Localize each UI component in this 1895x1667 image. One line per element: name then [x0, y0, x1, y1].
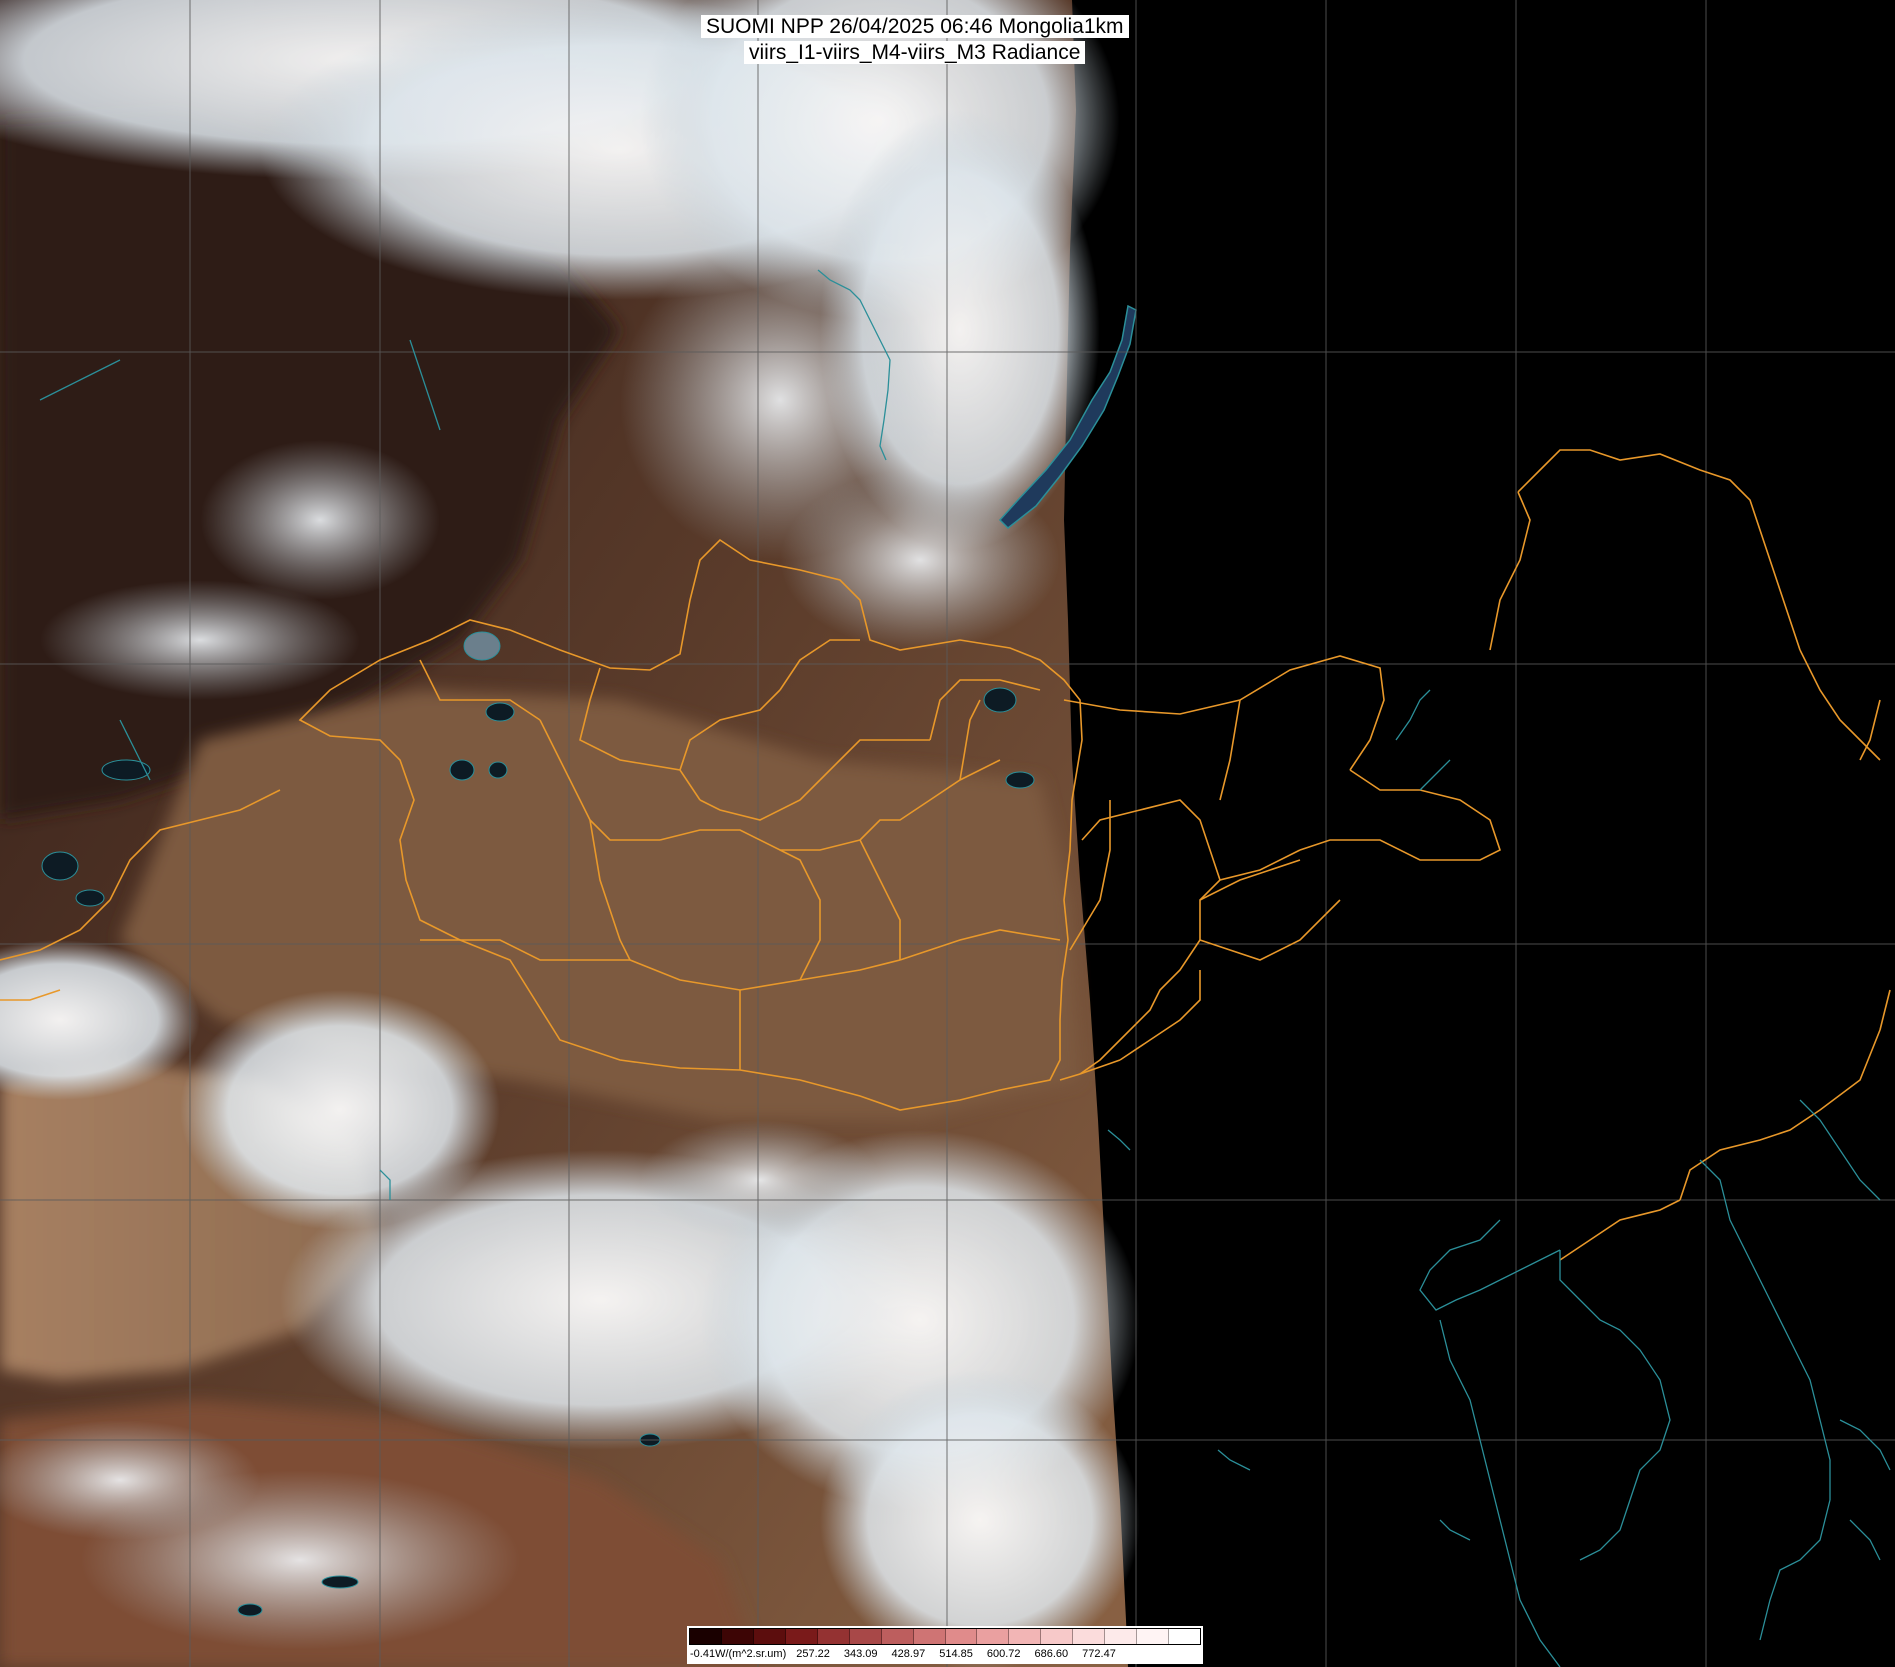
colorbar-swatch: [721, 1629, 754, 1644]
colorbar-swatch: [753, 1629, 786, 1644]
colorbar-strip: [689, 1628, 1201, 1645]
colorbar-swatch: [690, 1629, 722, 1644]
colorbar-swatch: [785, 1629, 818, 1644]
colorbar-swatch: [1105, 1629, 1138, 1644]
colorbar-swatch: [913, 1629, 946, 1644]
colorbar-tick-label: 257.22: [796, 1648, 830, 1660]
radiance-colorbar: -0.41W/(m^2.sr.um) 257.22 343.09 428.97 …: [687, 1626, 1203, 1664]
colorbar-unit-label: -0.41W/(m^2.sr.um): [690, 1648, 787, 1660]
colorbar-swatch: [881, 1629, 914, 1644]
satellite-map: [0, 0, 1895, 1667]
colorbar-swatch: [817, 1629, 850, 1644]
satellite-image-viewport: SUOMI NPP 26/04/2025 06:46 Mongolia1km v…: [0, 0, 1895, 1667]
image-title-line-1: SUOMI NPP 26/04/2025 06:46 Mongolia1km: [701, 15, 1129, 38]
colorbar-swatch: [1169, 1629, 1200, 1644]
colorbar-tick-label: 772.47: [1082, 1648, 1116, 1660]
colorbar-swatch: [1041, 1629, 1074, 1644]
colorbar-swatch: [977, 1629, 1010, 1644]
colorbar-swatch: [849, 1629, 882, 1644]
colorbar-tick-label: 600.72: [986, 1648, 1021, 1660]
colorbar-tick-label: 514.85: [939, 1648, 973, 1660]
colorbar-tick-label: 428.97: [891, 1648, 926, 1660]
colorbar-swatch: [945, 1629, 978, 1644]
colorbar-swatch: [1137, 1629, 1170, 1644]
colorbar-swatch: [1009, 1629, 1042, 1644]
colorbar-tick-label: 343.09: [843, 1648, 878, 1660]
colorbar-tick-label: 686.60: [1034, 1648, 1069, 1660]
colorbar-swatch: [1073, 1629, 1106, 1644]
colorbar-labels: -0.41W/(m^2.sr.um) 257.22 343.09 428.97 …: [689, 1646, 1201, 1662]
image-title-line-2: viirs_I1-viirs_M4-viirs_M3 Radiance: [744, 41, 1086, 64]
